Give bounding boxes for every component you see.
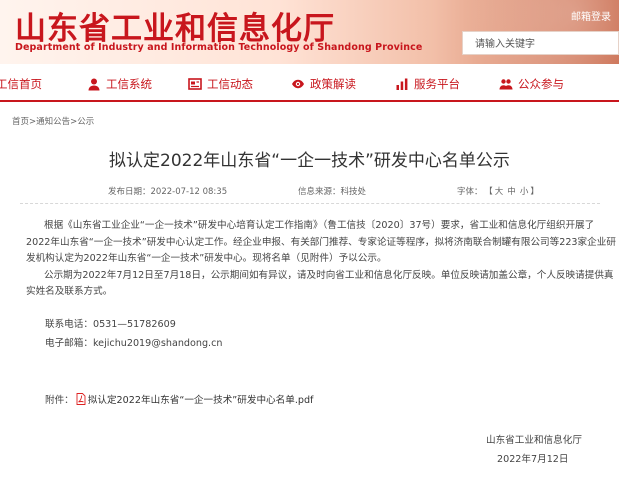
info-source-value: 科技处 <box>340 187 367 197</box>
eye-icon <box>291 77 305 91</box>
nav-item-public[interactable]: 公众参与 <box>499 75 564 93</box>
font-large-button[interactable]: 大 <box>495 187 504 197</box>
article-body: 根据《山东省工业企业“一企一技术”研发中心培育认定工作指南》（鲁工信技〔2020… <box>26 218 616 301</box>
font-medium-button[interactable]: 中 <box>507 187 516 197</box>
nav-item-label: 服务平台 <box>414 77 460 91</box>
user-icon <box>87 77 101 91</box>
font-size-label: 字体： <box>457 187 483 197</box>
paragraph: 根据《山东省工业企业“一企一技术”研发中心培育认定工作指南》（鲁工信技〔2020… <box>26 220 616 264</box>
publish-date: 发布日期：2022-07-12 08:35 <box>108 185 227 197</box>
breadcrumb-current[interactable]: 公示 <box>77 117 94 127</box>
nav-item-news[interactable]: 工信动态 <box>188 75 253 93</box>
search-input[interactable] <box>463 33 618 56</box>
contact-phone: 联系电话：0531—51782609 <box>45 319 176 330</box>
publish-date-label: 发布日期： <box>108 187 151 197</box>
nav-item-service[interactable]: 服务平台 <box>395 75 460 93</box>
attachment-link[interactable]: 拟认定2022年山东省“一企一技术”研发中心名单.pdf <box>88 392 314 406</box>
attachment-label: 附件： <box>45 395 74 406</box>
info-source: 信息来源：科技处 <box>298 185 366 197</box>
font-small-button[interactable]: 小 <box>520 187 529 197</box>
font-bracket-close: 】 <box>530 187 539 197</box>
publish-date-value: 2022-07-12 08:35 <box>150 187 228 197</box>
nav-item-label: 工信系统 <box>106 77 152 91</box>
nav-item-policy[interactable]: 政策解读 <box>291 75 356 93</box>
font-bracket-open: 【 <box>488 187 493 197</box>
nav-item-label: 公众参与 <box>518 77 564 91</box>
main-nav: 工信首页 工信系统 工信动态 政策解读 服务平台 公众参与 <box>0 64 619 102</box>
site-header: 山东省工业和信息化厅 Department of Industry and In… <box>0 0 619 64</box>
signature-org: 山东省工业和信息化厅 <box>486 435 582 446</box>
contact-email: 电子邮箱：kejichu2019@shandong.cn <box>45 338 223 349</box>
people-icon <box>499 77 513 91</box>
search-box <box>462 31 619 56</box>
divider <box>20 203 600 204</box>
nav-item-home[interactable]: 工信首页 <box>0 75 42 93</box>
breadcrumb: 首页>通知公告>公示 <box>12 115 94 127</box>
font-size-control: 字体： 【大中小】 <box>457 185 539 197</box>
info-source-label: 信息来源： <box>298 187 341 197</box>
breadcrumb-home[interactable]: 首页 <box>12 117 29 127</box>
paragraph: 公示期为2022年7月12日至7月18日，公示期间如有异议，请及时向省工业和信息… <box>26 269 614 298</box>
signature-date: 2022年7月12日 <box>497 454 569 465</box>
news-icon <box>188 77 202 91</box>
nav-item-label: 工信首页 <box>0 77 42 91</box>
bars-icon <box>395 77 409 91</box>
nav-item-system[interactable]: 工信系统 <box>87 75 152 93</box>
attachment: 附件： 拟认定2022年山东省“一企一技术”研发中心名单.pdf <box>45 392 313 406</box>
breadcrumb-notice[interactable]: 通知公告 <box>36 117 70 127</box>
article-title: 拟认定2022年山东省“一企一技术”研发中心名单公示 <box>109 151 510 171</box>
nav-item-label: 政策解读 <box>310 77 356 91</box>
mail-login-link[interactable]: 邮箱登录 <box>571 8 611 23</box>
site-subtitle: Department of Industry and Information T… <box>15 42 423 53</box>
pdf-icon <box>76 393 86 405</box>
nav-item-label: 工信动态 <box>207 77 253 91</box>
